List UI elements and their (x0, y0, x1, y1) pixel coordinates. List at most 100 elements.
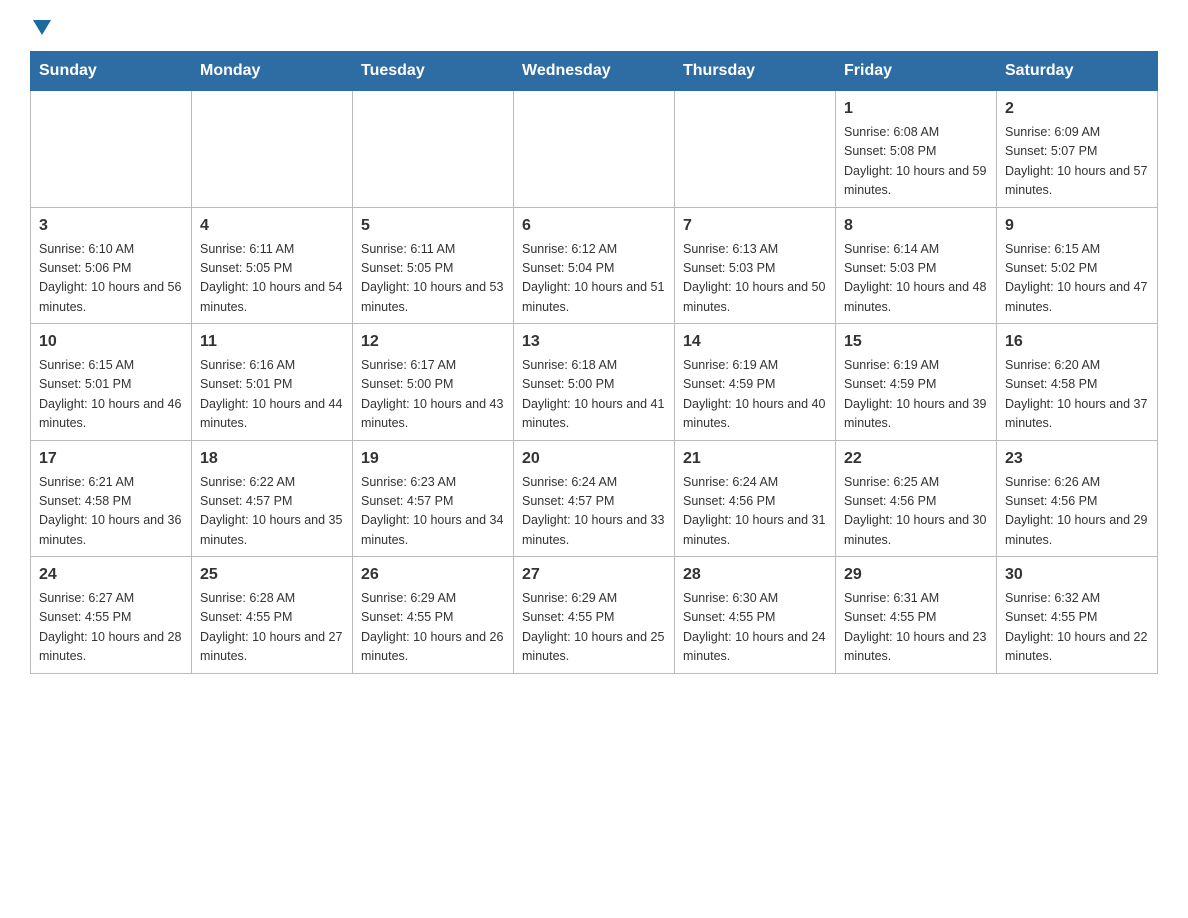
day-number: 15 (844, 330, 988, 354)
day-number: 22 (844, 447, 988, 471)
day-number: 25 (200, 563, 344, 587)
day-info: Sunrise: 6:25 AM Sunset: 4:56 PM Dayligh… (844, 473, 988, 551)
day-number: 7 (683, 214, 827, 238)
table-row: 17Sunrise: 6:21 AM Sunset: 4:58 PM Dayli… (31, 440, 192, 557)
table-row: 10Sunrise: 6:15 AM Sunset: 5:01 PM Dayli… (31, 324, 192, 441)
header-sunday: Sunday (31, 52, 192, 91)
table-row: 29Sunrise: 6:31 AM Sunset: 4:55 PM Dayli… (836, 557, 997, 674)
day-number: 24 (39, 563, 183, 587)
day-info: Sunrise: 6:29 AM Sunset: 4:55 PM Dayligh… (361, 589, 505, 667)
day-number: 13 (522, 330, 666, 354)
day-info: Sunrise: 6:19 AM Sunset: 4:59 PM Dayligh… (844, 356, 988, 434)
day-number: 23 (1005, 447, 1149, 471)
day-info: Sunrise: 6:16 AM Sunset: 5:01 PM Dayligh… (200, 356, 344, 434)
day-number: 10 (39, 330, 183, 354)
day-info: Sunrise: 6:30 AM Sunset: 4:55 PM Dayligh… (683, 589, 827, 667)
table-row: 25Sunrise: 6:28 AM Sunset: 4:55 PM Dayli… (192, 557, 353, 674)
header-thursday: Thursday (675, 52, 836, 91)
table-row: 30Sunrise: 6:32 AM Sunset: 4:55 PM Dayli… (997, 557, 1158, 674)
day-number: 20 (522, 447, 666, 471)
table-row (514, 91, 675, 208)
table-row: 8Sunrise: 6:14 AM Sunset: 5:03 PM Daylig… (836, 207, 997, 324)
table-row: 14Sunrise: 6:19 AM Sunset: 4:59 PM Dayli… (675, 324, 836, 441)
table-row: 6Sunrise: 6:12 AM Sunset: 5:04 PM Daylig… (514, 207, 675, 324)
table-row: 20Sunrise: 6:24 AM Sunset: 4:57 PM Dayli… (514, 440, 675, 557)
day-number: 16 (1005, 330, 1149, 354)
day-number: 29 (844, 563, 988, 587)
day-info: Sunrise: 6:20 AM Sunset: 4:58 PM Dayligh… (1005, 356, 1149, 434)
day-number: 21 (683, 447, 827, 471)
day-number: 28 (683, 563, 827, 587)
day-info: Sunrise: 6:09 AM Sunset: 5:07 PM Dayligh… (1005, 123, 1149, 201)
table-row: 28Sunrise: 6:30 AM Sunset: 4:55 PM Dayli… (675, 557, 836, 674)
header-tuesday: Tuesday (353, 52, 514, 91)
logo (30, 20, 51, 31)
table-row: 1Sunrise: 6:08 AM Sunset: 5:08 PM Daylig… (836, 91, 997, 208)
day-info: Sunrise: 6:29 AM Sunset: 4:55 PM Dayligh… (522, 589, 666, 667)
table-row: 22Sunrise: 6:25 AM Sunset: 4:56 PM Dayli… (836, 440, 997, 557)
table-row: 4Sunrise: 6:11 AM Sunset: 5:05 PM Daylig… (192, 207, 353, 324)
day-info: Sunrise: 6:14 AM Sunset: 5:03 PM Dayligh… (844, 240, 988, 318)
day-info: Sunrise: 6:15 AM Sunset: 5:02 PM Dayligh… (1005, 240, 1149, 318)
calendar-week-row: 3Sunrise: 6:10 AM Sunset: 5:06 PM Daylig… (31, 207, 1158, 324)
table-row: 16Sunrise: 6:20 AM Sunset: 4:58 PM Dayli… (997, 324, 1158, 441)
day-number: 9 (1005, 214, 1149, 238)
day-info: Sunrise: 6:32 AM Sunset: 4:55 PM Dayligh… (1005, 589, 1149, 667)
day-info: Sunrise: 6:11 AM Sunset: 5:05 PM Dayligh… (361, 240, 505, 318)
calendar-week-row: 24Sunrise: 6:27 AM Sunset: 4:55 PM Dayli… (31, 557, 1158, 674)
day-info: Sunrise: 6:17 AM Sunset: 5:00 PM Dayligh… (361, 356, 505, 434)
day-info: Sunrise: 6:18 AM Sunset: 5:00 PM Dayligh… (522, 356, 666, 434)
table-row (353, 91, 514, 208)
table-row (192, 91, 353, 208)
day-info: Sunrise: 6:19 AM Sunset: 4:59 PM Dayligh… (683, 356, 827, 434)
day-number: 4 (200, 214, 344, 238)
day-number: 1 (844, 97, 988, 121)
day-info: Sunrise: 6:21 AM Sunset: 4:58 PM Dayligh… (39, 473, 183, 551)
weekday-header-row: Sunday Monday Tuesday Wednesday Thursday… (31, 52, 1158, 91)
table-row: 2Sunrise: 6:09 AM Sunset: 5:07 PM Daylig… (997, 91, 1158, 208)
day-number: 3 (39, 214, 183, 238)
table-row: 11Sunrise: 6:16 AM Sunset: 5:01 PM Dayli… (192, 324, 353, 441)
table-row: 24Sunrise: 6:27 AM Sunset: 4:55 PM Dayli… (31, 557, 192, 674)
day-number: 30 (1005, 563, 1149, 587)
day-info: Sunrise: 6:26 AM Sunset: 4:56 PM Dayligh… (1005, 473, 1149, 551)
header-friday: Friday (836, 52, 997, 91)
day-info: Sunrise: 6:27 AM Sunset: 4:55 PM Dayligh… (39, 589, 183, 667)
day-info: Sunrise: 6:08 AM Sunset: 5:08 PM Dayligh… (844, 123, 988, 201)
table-row: 21Sunrise: 6:24 AM Sunset: 4:56 PM Dayli… (675, 440, 836, 557)
header-monday: Monday (192, 52, 353, 91)
day-info: Sunrise: 6:24 AM Sunset: 4:56 PM Dayligh… (683, 473, 827, 551)
table-row (31, 91, 192, 208)
table-row: 26Sunrise: 6:29 AM Sunset: 4:55 PM Dayli… (353, 557, 514, 674)
table-row: 27Sunrise: 6:29 AM Sunset: 4:55 PM Dayli… (514, 557, 675, 674)
table-row: 9Sunrise: 6:15 AM Sunset: 5:02 PM Daylig… (997, 207, 1158, 324)
calendar-table: Sunday Monday Tuesday Wednesday Thursday… (30, 51, 1158, 674)
page-header (30, 20, 1158, 31)
day-info: Sunrise: 6:12 AM Sunset: 5:04 PM Dayligh… (522, 240, 666, 318)
day-info: Sunrise: 6:23 AM Sunset: 4:57 PM Dayligh… (361, 473, 505, 551)
logo-line1 (30, 20, 51, 37)
calendar-week-row: 1Sunrise: 6:08 AM Sunset: 5:08 PM Daylig… (31, 91, 1158, 208)
day-number: 2 (1005, 97, 1149, 121)
day-number: 19 (361, 447, 505, 471)
day-number: 18 (200, 447, 344, 471)
table-row: 3Sunrise: 6:10 AM Sunset: 5:06 PM Daylig… (31, 207, 192, 324)
header-saturday: Saturday (997, 52, 1158, 91)
table-row: 19Sunrise: 6:23 AM Sunset: 4:57 PM Dayli… (353, 440, 514, 557)
day-info: Sunrise: 6:22 AM Sunset: 4:57 PM Dayligh… (200, 473, 344, 551)
day-number: 5 (361, 214, 505, 238)
calendar-week-row: 17Sunrise: 6:21 AM Sunset: 4:58 PM Dayli… (31, 440, 1158, 557)
day-info: Sunrise: 6:24 AM Sunset: 4:57 PM Dayligh… (522, 473, 666, 551)
table-row: 15Sunrise: 6:19 AM Sunset: 4:59 PM Dayli… (836, 324, 997, 441)
day-info: Sunrise: 6:15 AM Sunset: 5:01 PM Dayligh… (39, 356, 183, 434)
day-number: 26 (361, 563, 505, 587)
day-number: 11 (200, 330, 344, 354)
table-row: 18Sunrise: 6:22 AM Sunset: 4:57 PM Dayli… (192, 440, 353, 557)
day-number: 12 (361, 330, 505, 354)
header-wednesday: Wednesday (514, 52, 675, 91)
table-row: 13Sunrise: 6:18 AM Sunset: 5:00 PM Dayli… (514, 324, 675, 441)
table-row (675, 91, 836, 208)
logo-triangle-icon (33, 20, 51, 35)
day-number: 14 (683, 330, 827, 354)
day-number: 6 (522, 214, 666, 238)
